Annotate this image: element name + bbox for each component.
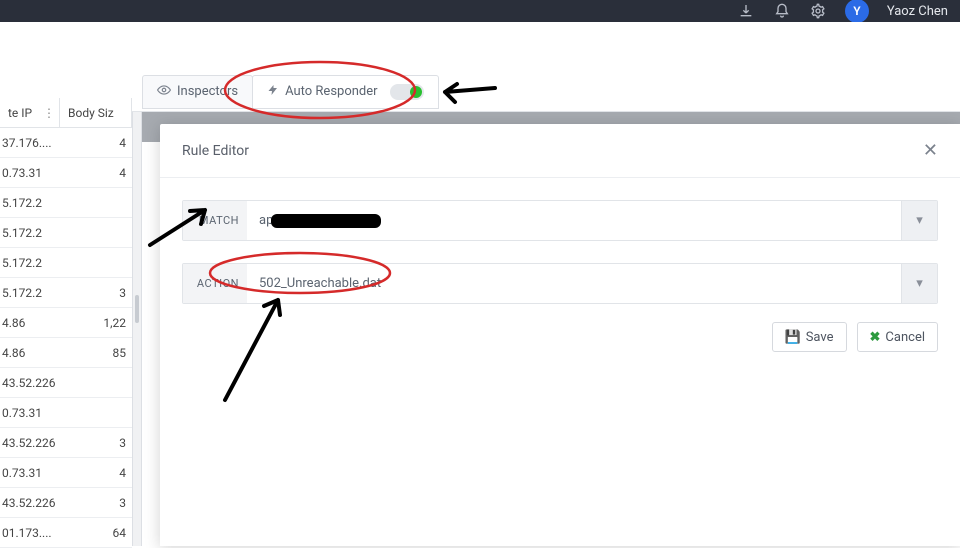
table-row[interactable]: 5.172.23 [0, 278, 132, 308]
action-field: ACTION 502_Unreachable.dat ▾ [182, 263, 938, 304]
download-icon[interactable] [737, 2, 755, 20]
cell-size: 3 [60, 496, 132, 510]
col-header-ip-label: te IP [8, 106, 32, 120]
col-header-ip[interactable]: te IP ⋮ [0, 98, 60, 127]
action-value: 502_Unreachable.dat [259, 276, 381, 291]
cell-ip: 43.52.226 [0, 496, 60, 510]
bolt-icon [267, 83, 279, 101]
tab-inspectors[interactable]: Inspectors [142, 75, 253, 109]
cell-ip: 0.73.31 [0, 406, 60, 420]
sessions-table: te IP ⋮ Body Siz 37.176....40.73.3145.17… [0, 98, 132, 546]
cancel-button[interactable]: ✖ Cancel [857, 322, 938, 352]
cell-size: 85 [60, 346, 132, 360]
table-row[interactable]: 5.172.2 [0, 218, 132, 248]
close-icon[interactable]: ✕ [923, 140, 938, 161]
tab-auto-responder[interactable]: Auto Responder [252, 75, 438, 109]
table-header-row: te IP ⋮ Body Siz [0, 98, 132, 128]
cell-size: 64 [60, 526, 132, 540]
pane-splitter[interactable] [132, 72, 142, 546]
col-menu-icon[interactable]: ⋮ [43, 106, 55, 120]
table-row[interactable]: 43.52.226 [0, 368, 132, 398]
match-value-redacted [271, 214, 381, 228]
cell-ip: 4.86 [0, 346, 60, 360]
cell-ip: 5.172.2 [0, 256, 60, 270]
table-row[interactable]: 43.52.2263 [0, 488, 132, 518]
cell-size: 4 [60, 466, 132, 480]
username-label: Yaoz Chen [887, 4, 948, 19]
table-row[interactable]: 0.73.31 [0, 398, 132, 428]
tab-inspectors-label: Inspectors [177, 84, 238, 99]
save-icon: 💾 [785, 330, 801, 345]
right-pane-tabs: Inspectors Auto Responder [132, 72, 960, 112]
auto-responder-toggle[interactable] [390, 84, 424, 100]
gear-icon[interactable] [809, 2, 827, 20]
cell-ip: 0.73.31 [0, 166, 60, 180]
cell-ip: 0.73.31 [0, 466, 60, 480]
rule-editor-buttons: 💾 Save ✖ Cancel [160, 304, 960, 352]
cell-ip: 5.172.2 [0, 226, 60, 240]
eye-icon [157, 83, 171, 101]
whitespace-gap [0, 22, 960, 70]
match-input[interactable]: ap [247, 201, 901, 240]
rule-editor-header: Rule Editor ✕ [160, 124, 960, 178]
rule-editor-title: Rule Editor [182, 143, 249, 159]
top-header: Y Yaoz Chen [0, 0, 960, 22]
cell-size: 4 [60, 166, 132, 180]
table-row[interactable]: 4.8685 [0, 338, 132, 368]
action-label: ACTION [183, 264, 247, 303]
cancel-icon: ✖ [870, 330, 881, 345]
cell-size: 4 [60, 136, 132, 150]
table-row[interactable]: 5.172.2 [0, 188, 132, 218]
cell-ip: 4.86 [0, 316, 60, 330]
cell-size: 1,22 [60, 316, 132, 330]
action-dropdown-caret[interactable]: ▾ [901, 264, 937, 303]
table-row[interactable]: 43.52.2263 [0, 428, 132, 458]
action-input[interactable]: 502_Unreachable.dat [247, 264, 901, 303]
table-row[interactable]: 0.73.314 [0, 158, 132, 188]
table-row[interactable]: 4.861,22 [0, 308, 132, 338]
cell-ip: 43.52.226 [0, 436, 60, 450]
col-header-body-size-label: Body Siz [68, 106, 114, 120]
match-field: MATCH ap ▾ [182, 200, 938, 241]
table-row[interactable]: 01.173....64 [0, 518, 132, 548]
cell-ip: 01.173.... [0, 526, 60, 540]
save-button[interactable]: 💾 Save [772, 322, 847, 352]
table-row[interactable]: 0.73.314 [0, 458, 132, 488]
col-header-body-size[interactable]: Body Siz [60, 98, 132, 127]
table-row[interactable]: 5.172.2 [0, 248, 132, 278]
match-dropdown-caret[interactable]: ▾ [901, 201, 937, 240]
cell-ip: 5.172.2 [0, 196, 60, 210]
cell-ip: 5.172.2 [0, 286, 60, 300]
cell-size: 3 [60, 436, 132, 450]
avatar[interactable]: Y [845, 0, 869, 23]
rule-editor-dialog: Rule Editor ✕ MATCH ap ▾ ACTION 502_Unre… [160, 124, 960, 546]
cell-ip: 43.52.226 [0, 376, 60, 390]
match-label: MATCH [183, 201, 247, 240]
save-button-label: Save [806, 330, 834, 345]
cancel-button-label: Cancel [885, 330, 925, 345]
tab-auto-responder-label: Auto Responder [285, 84, 377, 99]
cell-size: 3 [60, 286, 132, 300]
bell-icon[interactable] [773, 2, 791, 20]
table-row[interactable]: 37.176....4 [0, 128, 132, 158]
cell-ip: 37.176.... [0, 136, 60, 150]
